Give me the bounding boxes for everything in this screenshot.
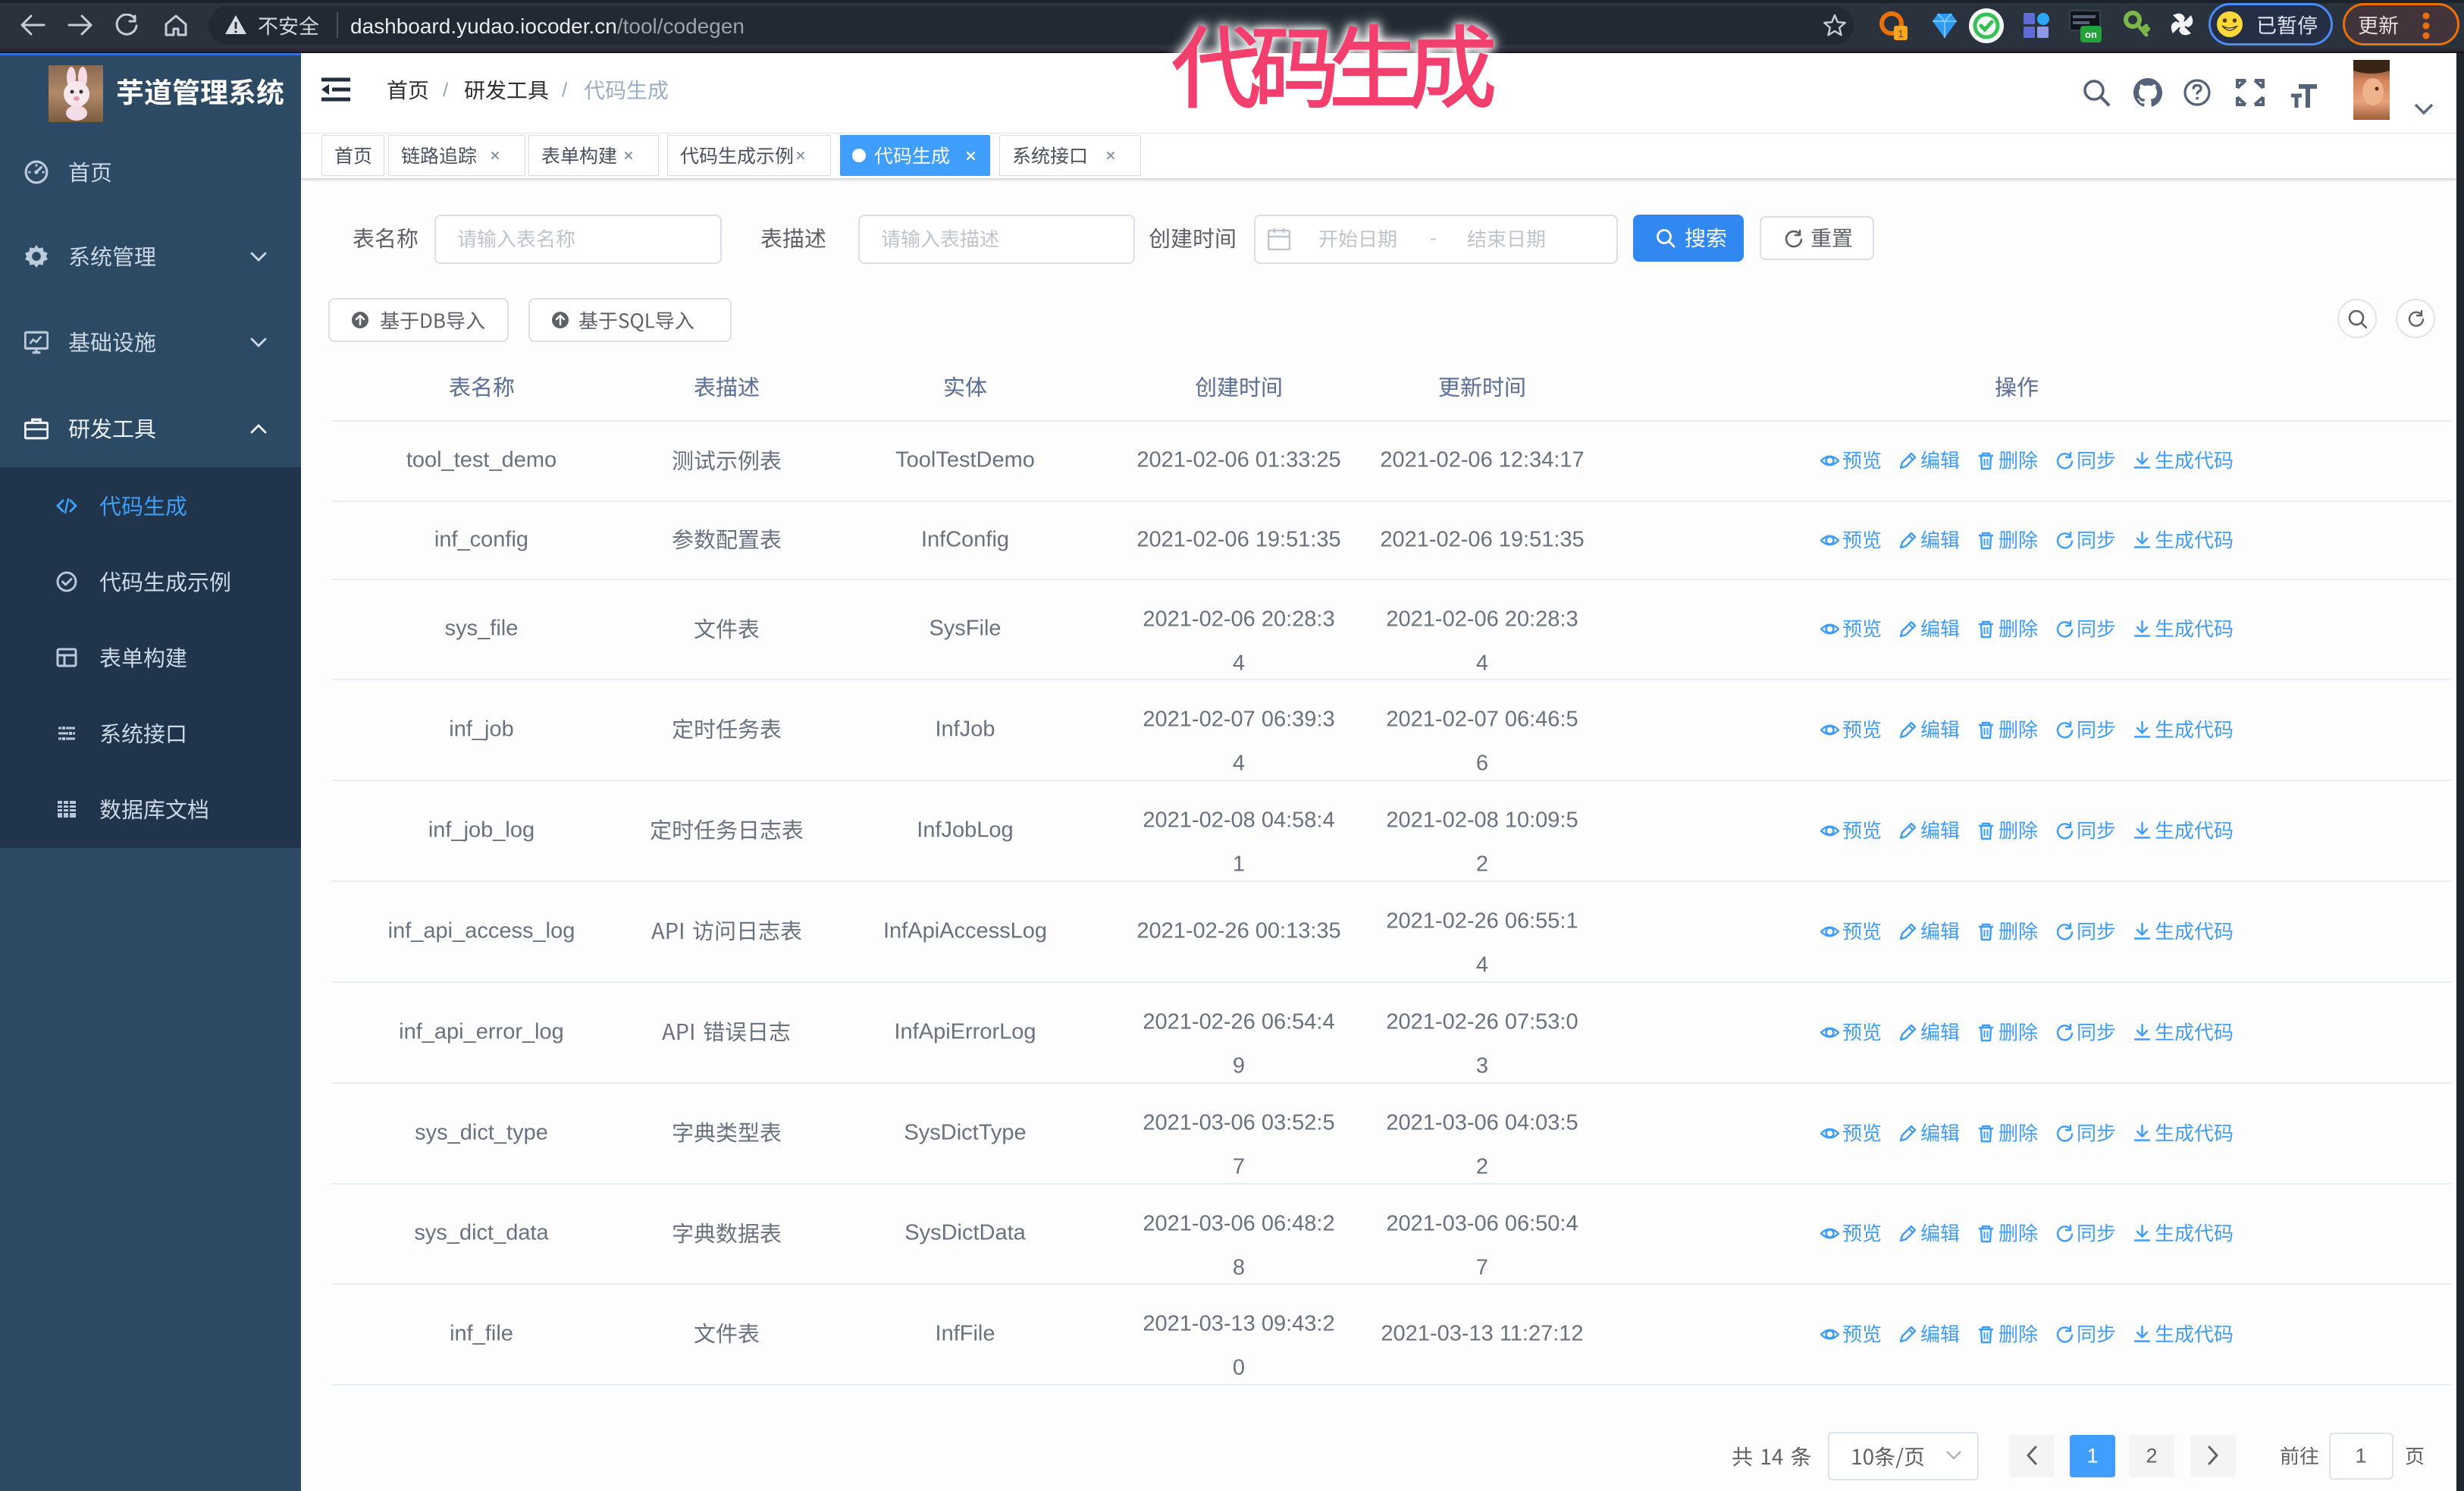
svg-text:1: 1 [1898, 27, 1904, 39]
svg-text:on: on [2085, 29, 2097, 40]
